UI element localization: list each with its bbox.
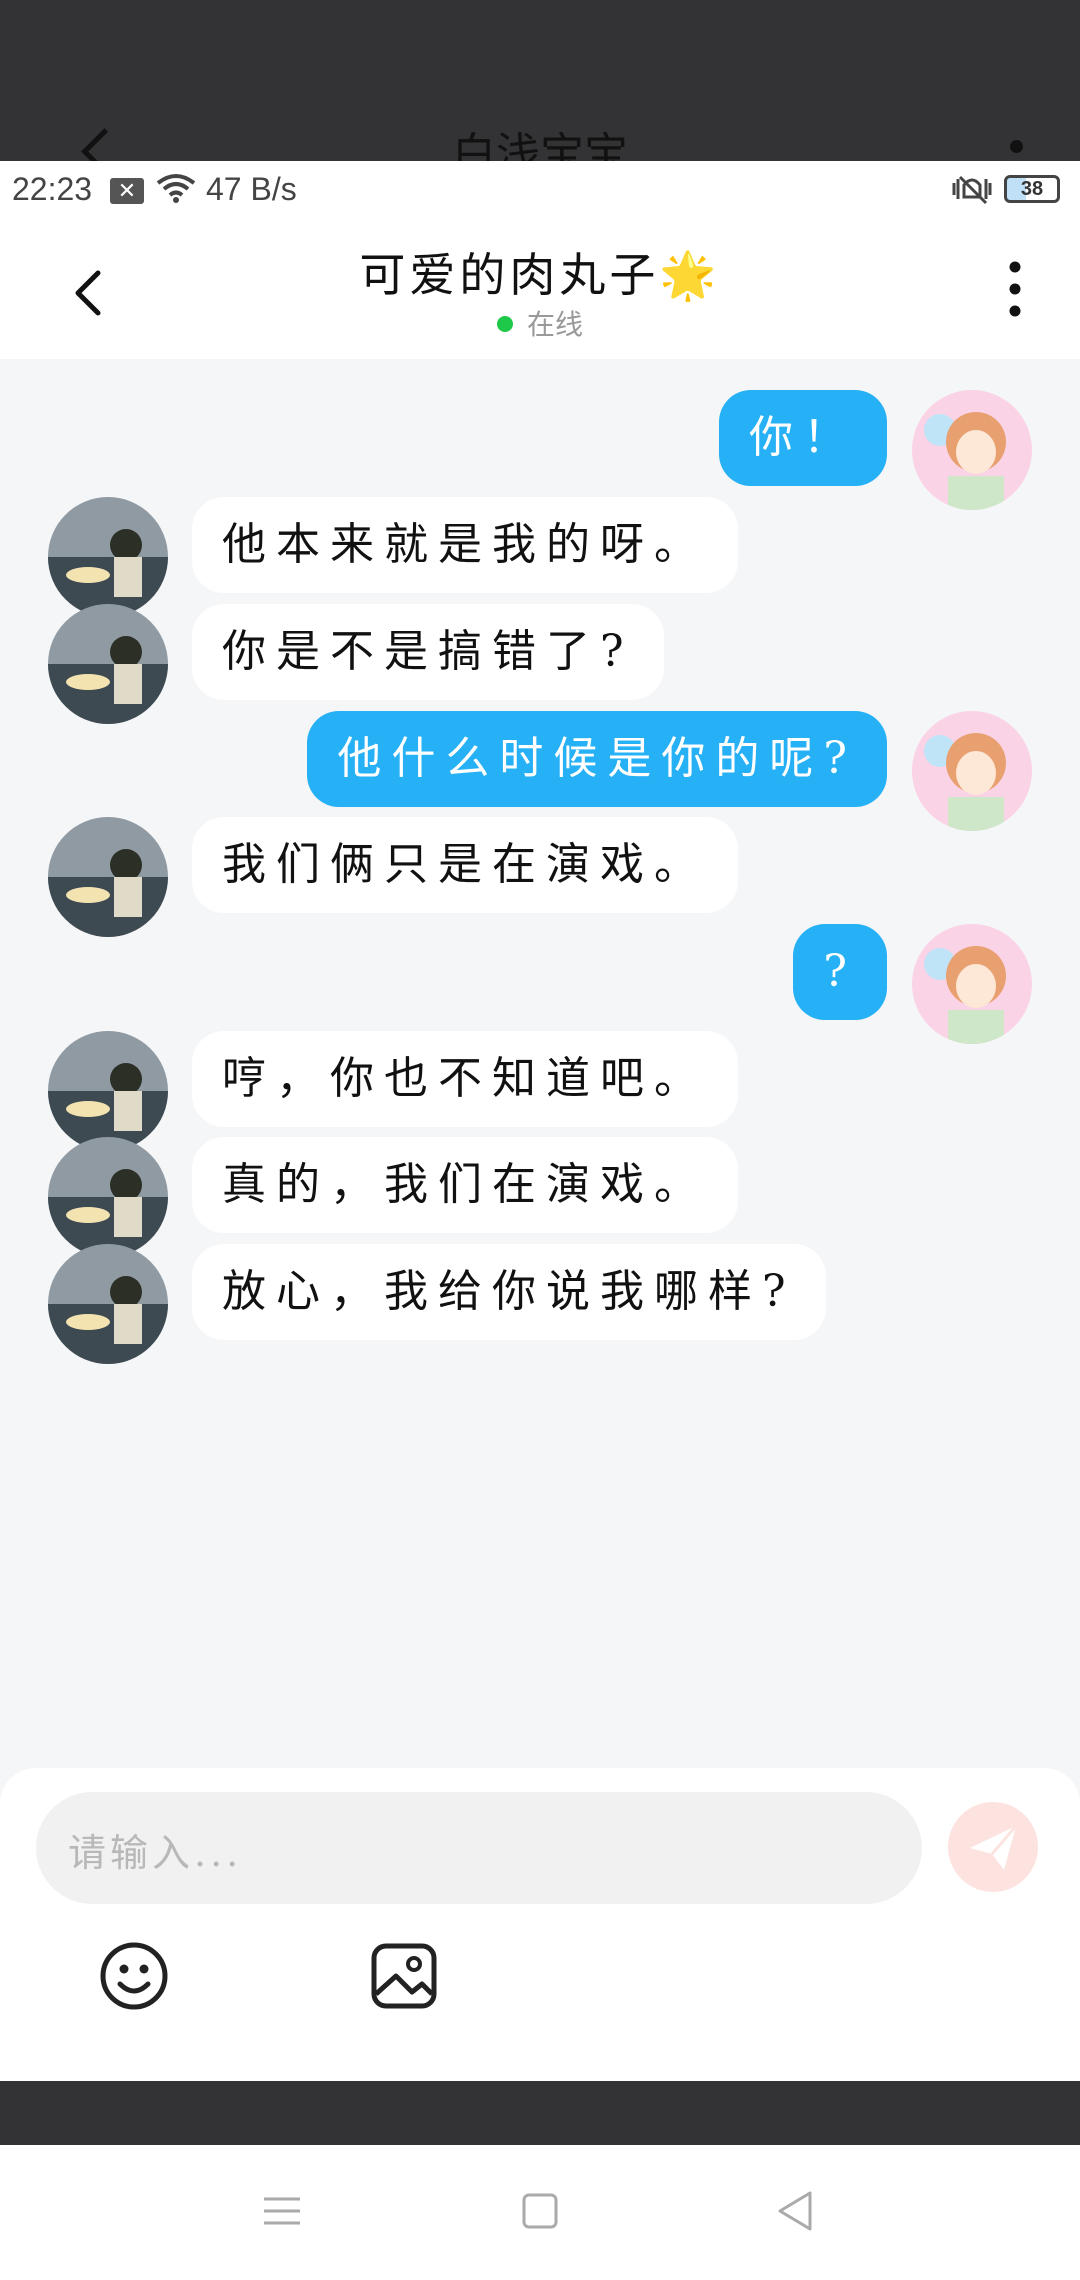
presence-label: 在线 [526,308,583,341]
message-row: 我们俩只是在演戏。 [0,817,1080,937]
composer: 请输入... [0,1768,1080,2081]
presence-status: 在线 [0,303,1080,343]
more-vertical-icon[interactable] [1000,259,1030,319]
send-button[interactable] [948,1802,1038,1892]
image-icon[interactable] [368,1940,440,2012]
avatar[interactable] [48,1031,168,1151]
online-dot [496,316,513,332]
emoji-icon[interactable] [98,1940,170,2012]
message-bubble-received[interactable]: 真的，我们在演戏。 [192,1137,738,1233]
avatar[interactable] [48,1244,168,1364]
message-row: 你！ [0,390,1080,510]
message-input-placeholder: 请输入... [68,1831,243,1875]
message-row: ? [0,924,1080,1044]
anime-girl-avatar-icon [912,390,1032,510]
chat-header: 可爱的肉丸子🌟 在线 [0,217,1080,359]
boy-sunset-avatar-icon [48,497,168,617]
status-time: 22:23 [12,171,93,207]
message-row: 他本来就是我的呀。 [0,497,1080,617]
message-bubble-sent[interactable]: ? [793,924,887,1020]
vibrate-mute-icon [952,175,992,205]
message-bubble-sent[interactable]: 你！ [719,390,887,486]
message-row: 放心，我给你说我哪样? [0,1244,1080,1364]
chat-sheet: 22:23 ✕ 47 B/s 38 可爱的肉丸子🌟 在线 你！ 他本来就是我的呀… [0,161,1080,2081]
system-navigation-bar [0,2145,1080,2280]
network-speed: 47 B/s [206,171,297,207]
status-bar: 22:23 ✕ 47 B/s 38 [0,161,1080,217]
battery-indicator: 38 [1004,175,1060,203]
avatar[interactable] [912,390,1032,510]
message-input[interactable]: 请输入... [36,1792,922,1904]
avatar[interactable] [912,711,1032,831]
message-bubble-sent[interactable]: 他什么时候是你的呢? [307,711,887,807]
message-row: 你是不是搞错了? [0,604,1080,724]
anime-girl-avatar-icon [912,711,1032,831]
background-more-icon [1010,140,1023,153]
message-bubble-received[interactable]: 哼，你也不知道吧。 [192,1031,738,1127]
boy-sunset-avatar-icon [48,1244,168,1364]
avatar[interactable] [48,497,168,617]
boy-sunset-avatar-icon [48,1031,168,1151]
boy-sunset-avatar-icon [48,604,168,724]
boy-sunset-avatar-icon [48,817,168,937]
avatar[interactable] [912,924,1032,1044]
wifi-icon [156,174,196,203]
message-row: 哼，你也不知道吧。 [0,1031,1080,1151]
anime-girl-avatar-icon [912,924,1032,1044]
contact-name: 可爱的肉丸子🌟 [359,248,721,302]
background-bottom-band [0,2081,1080,2145]
avatar[interactable] [48,1137,168,1257]
send-icon [970,1825,1018,1870]
avatar[interactable] [48,817,168,937]
avatar[interactable] [48,604,168,724]
message-row: 他什么时候是你的呢? [0,711,1080,831]
back-icon[interactable] [766,2181,826,2241]
home-icon[interactable] [510,2181,570,2241]
message-bubble-received[interactable]: 你是不是搞错了? [192,604,664,700]
message-bubble-received[interactable]: 我们俩只是在演戏。 [192,817,738,913]
message-row: 真的，我们在演戏。 [0,1137,1080,1257]
menu-icon[interactable] [252,2181,312,2241]
message-list[interactable]: 你！ 他本来就是我的呀。 你是不是搞错了? 他什么时候是你的呢? 我们俩只是在演… [0,359,1080,1929]
message-bubble-received[interactable]: 他本来就是我的呀。 [192,497,738,593]
boy-sunset-avatar-icon [48,1137,168,1257]
no-sim-icon: ✕ [110,178,144,204]
message-bubble-received[interactable]: 放心，我给你说我哪样? [192,1244,826,1340]
